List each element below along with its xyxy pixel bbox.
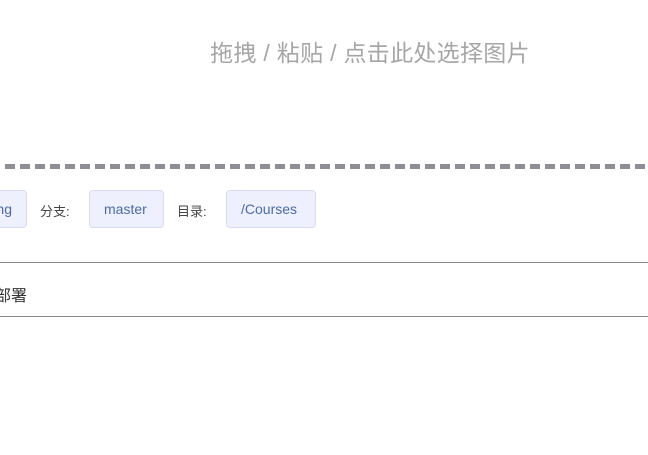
- directory-chip[interactable]: /Courses: [226, 190, 316, 228]
- branch-chip[interactable]: master: [89, 190, 164, 228]
- drop-zone-border: [0, 164, 648, 169]
- repo-chip[interactable]: ng: [0, 190, 27, 228]
- deploy-row: [0, 262, 648, 317]
- branch-label: 分支:: [40, 204, 70, 219]
- page: 拖拽 / 粘贴 / 点击此处选择图片 ng 分支: master 目录: /Co…: [0, 0, 648, 455]
- upload-cloud-icon: [326, 0, 418, 6]
- directory-label: 目录:: [177, 204, 207, 219]
- deploy-label[interactable]: 部署: [0, 282, 27, 306]
- upload-hint-text[interactable]: 拖拽 / 粘贴 / 点击此处选择图片: [0, 34, 648, 68]
